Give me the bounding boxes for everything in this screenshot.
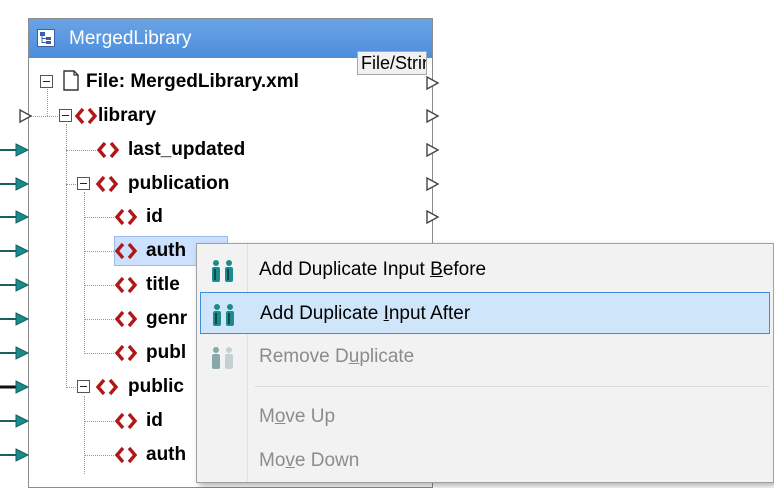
menu-item-remove-duplicate[interactable]: Remove Duplicate	[200, 336, 770, 378]
context-menu: Add Duplicate Input Before Add Duplicate…	[196, 243, 774, 483]
input-connector-icon[interactable]	[0, 414, 30, 428]
element-tag-icon	[114, 208, 138, 226]
tree-node-last-updated[interactable]: last_updated	[128, 134, 245, 166]
collapse-toggle[interactable]	[77, 380, 90, 393]
element-tag-icon	[95, 378, 119, 396]
tree-node-publication[interactable]: publication	[128, 168, 229, 200]
tree-node-id[interactable]: id	[146, 201, 163, 233]
component-tree-icon	[37, 29, 55, 47]
collapse-toggle[interactable]	[59, 109, 72, 122]
tree-node-publication-2[interactable]: public	[128, 371, 184, 403]
element-tag-icon	[114, 310, 138, 328]
input-connector-icon[interactable]	[0, 244, 30, 258]
menu-item-move-down[interactable]: Move Down	[200, 440, 770, 482]
menu-item-label: Move Down	[259, 450, 360, 471]
tree-node-title[interactable]: title	[146, 269, 180, 301]
output-connector-icon[interactable]	[426, 109, 440, 123]
input-connector-icon[interactable]	[0, 210, 30, 224]
menu-item-label: Add Duplicate Input After	[260, 303, 471, 324]
menu-separator	[255, 386, 769, 387]
tree-node-author-2[interactable]: auth	[146, 439, 186, 471]
tree-node-author[interactable]: auth	[146, 235, 186, 267]
duplicate-input-icon	[213, 304, 234, 326]
input-connector-icon[interactable]	[0, 448, 30, 462]
collapse-toggle[interactable]	[77, 177, 90, 190]
menu-item-label: Remove Duplicate	[259, 346, 415, 367]
element-tag-icon	[114, 412, 138, 430]
input-connector-icon[interactable]	[0, 143, 30, 157]
input-connector-icon[interactable]	[0, 177, 30, 191]
element-tag-icon	[95, 175, 119, 193]
menu-item-move-up[interactable]: Move Up	[200, 396, 770, 438]
element-tag-icon	[96, 141, 120, 159]
tree-node-genre[interactable]: genr	[146, 303, 187, 335]
tree-node-id-2[interactable]: id	[146, 405, 163, 437]
input-connector-icon[interactable]	[18, 109, 34, 123]
menu-item-add-duplicate-after[interactable]: Add Duplicate Input After	[200, 292, 770, 334]
input-connector-icon[interactable]	[0, 346, 30, 360]
tree-node-publish-date[interactable]: publ	[146, 337, 186, 369]
element-tag-icon	[114, 446, 138, 464]
output-connector-icon[interactable]	[426, 76, 440, 90]
element-tag-icon	[114, 344, 138, 362]
remove-duplicate-icon	[212, 347, 233, 369]
component-title: MergedLibrary	[69, 28, 192, 49]
menu-item-label: Add Duplicate Input Before	[259, 259, 487, 280]
file-icon	[63, 70, 79, 91]
input-connector-icon[interactable]	[0, 380, 30, 394]
element-tag-icon	[114, 276, 138, 294]
input-connector-icon[interactable]	[0, 312, 30, 326]
menu-item-label: Move Up	[259, 406, 336, 427]
collapse-toggle[interactable]	[40, 75, 53, 88]
element-tag-icon	[74, 107, 98, 125]
output-connector-icon[interactable]	[426, 177, 440, 191]
duplicate-input-icon	[212, 260, 233, 282]
tree-node-library[interactable]: library	[98, 100, 156, 132]
output-connector-icon[interactable]	[426, 210, 440, 224]
menu-item-add-duplicate-before[interactable]: Add Duplicate Input Before	[200, 249, 770, 291]
output-connector-icon[interactable]	[426, 143, 440, 157]
file-row-label: File: MergedLibrary.xml	[86, 71, 299, 92]
file-string-button[interactable]: File/String	[357, 51, 427, 75]
input-connector-icon[interactable]	[0, 278, 30, 292]
element-tag-icon	[114, 242, 138, 260]
